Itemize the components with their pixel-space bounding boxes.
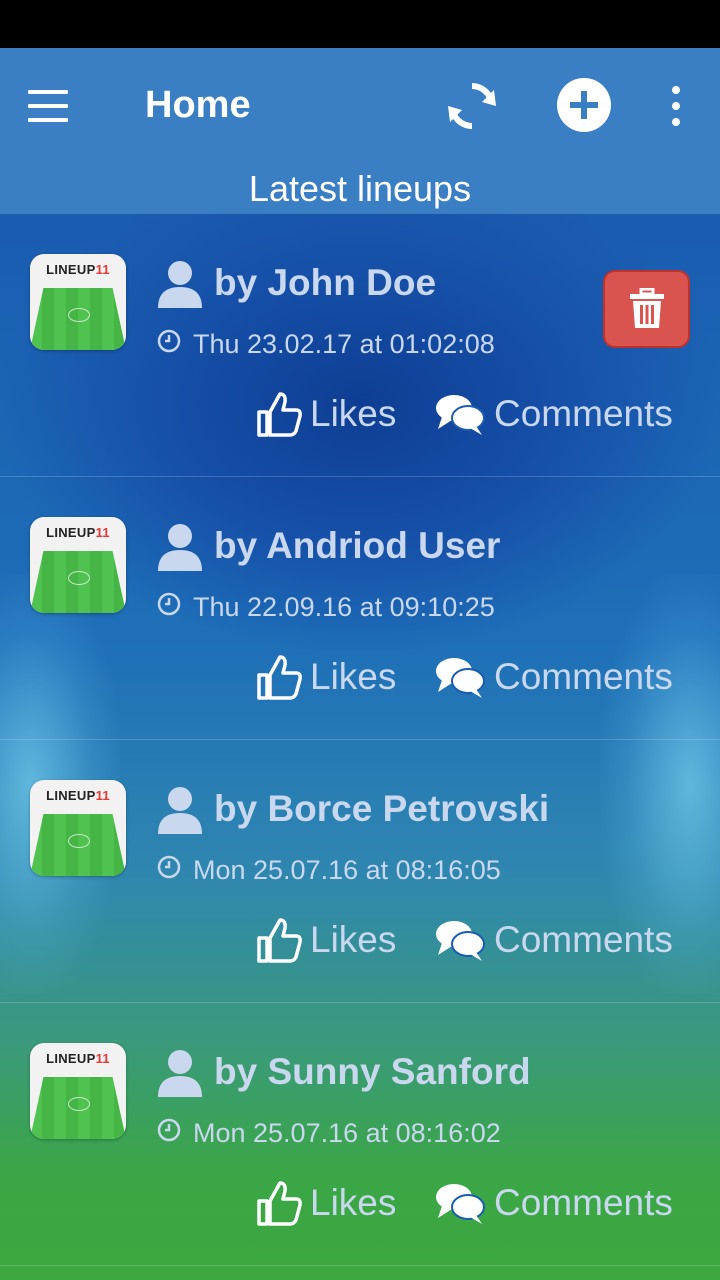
comments-button[interactable]: Comments: [434, 1179, 673, 1227]
field-image: [30, 814, 126, 876]
overflow-menu-icon[interactable]: [664, 86, 688, 126]
clock-icon: [157, 855, 181, 879]
field-image: [30, 1077, 126, 1139]
user-icon: [158, 524, 202, 571]
comments-icon: [436, 658, 485, 698]
lineup-date: Mon 25.07.16 at 08:16:05: [193, 855, 501, 885]
delete-button[interactable]: [603, 270, 690, 348]
comments-label: Comments: [494, 393, 673, 434]
likes-button[interactable]: Likes: [256, 1179, 396, 1227]
trash-icon: [629, 288, 664, 328]
thumbs-up-icon: [257, 655, 302, 700]
comments-icon: [436, 921, 485, 961]
lineup-logo: LINEUP11: [46, 1051, 110, 1066]
add-icon[interactable]: [557, 78, 611, 132]
comments-button[interactable]: Comments: [434, 390, 673, 438]
lineup-thumbnail[interactable]: LINEUP11: [30, 517, 126, 613]
likes-button[interactable]: Likes: [256, 916, 396, 964]
comments-label: Comments: [494, 656, 673, 697]
page-title: Home: [145, 84, 251, 126]
lineup-date: Thu 22.09.16 at 09:10:25: [193, 592, 495, 622]
clock-icon: [157, 329, 181, 353]
app-bar: Home Latest lineups: [0, 48, 720, 214]
lineup-thumbnail[interactable]: LINEUP11: [30, 254, 126, 350]
lineup-author: by Andriod User: [214, 525, 501, 566]
lineup-thumbnail[interactable]: LINEUP11: [30, 780, 126, 876]
likes-label: Likes: [310, 393, 397, 434]
lineup-logo: LINEUP11: [46, 525, 110, 540]
comments-label: Comments: [494, 1182, 673, 1223]
menu-icon[interactable]: [28, 90, 68, 122]
thumbs-up-icon: [257, 918, 302, 963]
lineup-author: by Sunny Sanford: [214, 1051, 531, 1092]
comments-label: Comments: [494, 919, 673, 960]
lineup-item[interactable]: LINEUP11 by Andriod User Thu 22.09.16 at…: [0, 477, 720, 740]
thumbs-up-icon: [257, 392, 302, 437]
lineup-item[interactable]: LINEUP11 by Borce Petrovski Mon 25.07.16…: [0, 740, 720, 1003]
lineup-logo: LINEUP11: [46, 262, 110, 277]
likes-button[interactable]: Likes: [256, 390, 396, 438]
refresh-icon[interactable]: [444, 78, 500, 134]
lineup-author: by Borce Petrovski: [214, 788, 550, 829]
lineup-thumbnail[interactable]: LINEUP11: [30, 1043, 126, 1139]
field-image: [30, 288, 126, 350]
lineup-author: by John Doe: [214, 262, 437, 303]
lineup-date: Mon 25.07.16 at 08:16:02: [193, 1118, 501, 1148]
likes-label: Likes: [310, 1182, 397, 1223]
lineup-list: LINEUP11 by John Doe Thu 23.02.17 at 01:…: [0, 214, 720, 1280]
thumbs-up-icon: [257, 1181, 302, 1226]
clock-icon: [157, 1118, 181, 1142]
user-icon: [158, 1050, 202, 1097]
comments-icon: [436, 1184, 485, 1224]
lineup-logo: LINEUP11: [46, 788, 110, 803]
clock-icon: [157, 592, 181, 616]
lineup-date: Thu 23.02.17 at 01:02:08: [193, 329, 495, 359]
user-icon: [158, 261, 202, 308]
comments-icon: [436, 395, 485, 435]
likes-button[interactable]: Likes: [256, 653, 396, 701]
field-image: [30, 551, 126, 613]
comments-button[interactable]: Comments: [434, 916, 673, 964]
comments-button[interactable]: Comments: [434, 653, 673, 701]
lineup-item[interactable]: LINEUP11 by Sunny Sanford Mon 25.07.16 a…: [0, 1003, 720, 1266]
likes-label: Likes: [310, 656, 397, 697]
user-icon: [158, 787, 202, 834]
status-bar: [0, 0, 720, 48]
section-subtitle: Latest lineups: [248, 168, 472, 209]
likes-label: Likes: [310, 919, 397, 960]
lineup-item[interactable]: LINEUP11 by John Doe Thu 23.02.17 at 01:…: [0, 214, 720, 477]
